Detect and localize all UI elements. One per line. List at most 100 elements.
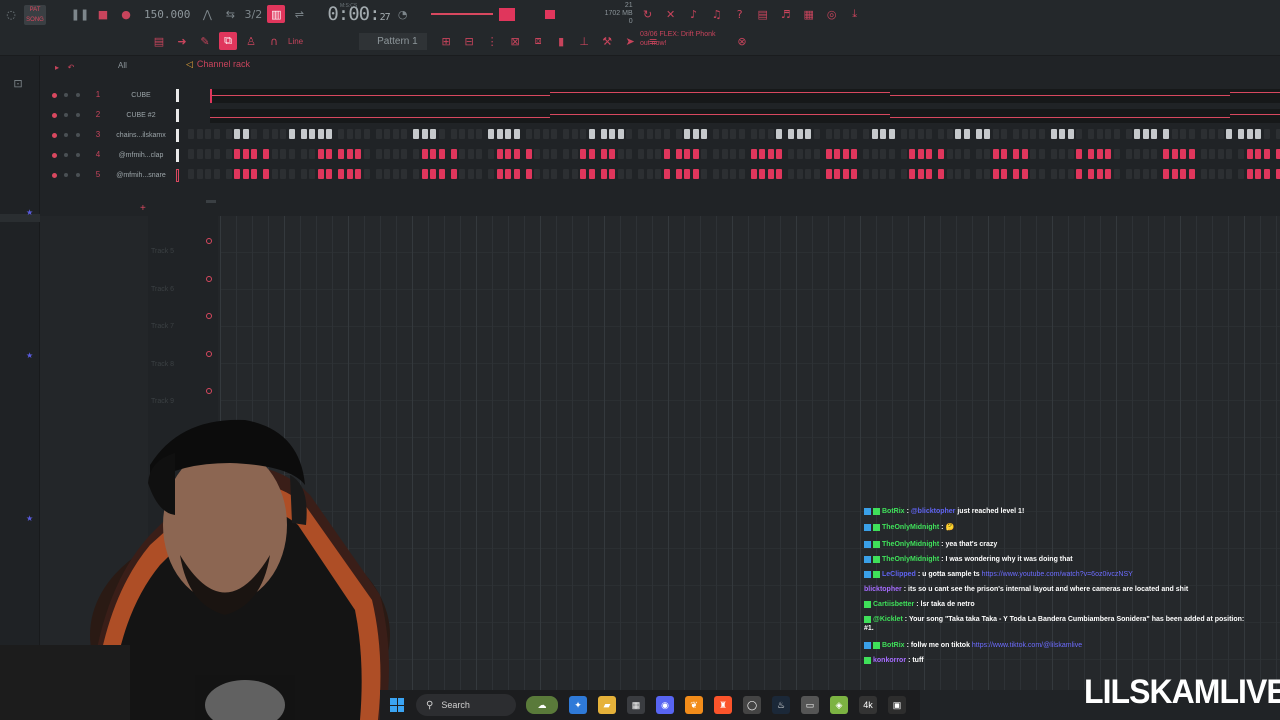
step-button[interactable] — [863, 129, 869, 139]
step-button[interactable] — [1226, 149, 1232, 159]
step-button[interactable] — [280, 169, 286, 179]
step-button[interactable] — [600, 169, 607, 179]
tools-icon[interactable]: ⚒ — [598, 32, 616, 50]
step-button[interactable] — [413, 129, 419, 139]
step-button[interactable] — [825, 129, 832, 139]
stamp-icon[interactable]: ♙ — [242, 32, 260, 50]
step-button[interactable] — [263, 149, 269, 159]
files-app-icon[interactable]: ▰ — [598, 696, 616, 714]
step-button[interactable] — [338, 129, 344, 139]
step-button[interactable] — [551, 149, 557, 159]
channel-rack-icon[interactable]: ⋮ — [483, 32, 501, 50]
step-button[interactable] — [1275, 129, 1280, 139]
step-button[interactable] — [975, 149, 982, 159]
step-button[interactable] — [571, 129, 578, 139]
step-button[interactable] — [730, 169, 736, 179]
record-icon[interactable]: ● — [117, 5, 135, 23]
step-button[interactable] — [1180, 149, 1186, 159]
step-button[interactable] — [834, 169, 840, 179]
widget-app-icon[interactable]: ☁ — [526, 696, 558, 714]
store-app-icon[interactable]: ▦ — [627, 696, 645, 714]
step-button[interactable] — [842, 129, 849, 139]
step-button[interactable] — [909, 129, 915, 139]
step-button[interactable] — [721, 169, 728, 179]
step-edit-icon[interactable]: ▥ — [267, 5, 286, 23]
step-button[interactable] — [1030, 169, 1036, 179]
step-button[interactable] — [675, 129, 682, 139]
step-button[interactable] — [738, 169, 745, 179]
step-button[interactable] — [1096, 149, 1103, 159]
step-button[interactable] — [871, 169, 878, 179]
step-button[interactable] — [346, 169, 353, 179]
playlist-view-icon[interactable]: ▤ — [150, 32, 168, 50]
channel-name-button[interactable]: chains...ilskamx — [110, 130, 172, 142]
mixer-view-icon[interactable]: ⊟ — [460, 32, 478, 50]
step-button[interactable] — [384, 149, 390, 159]
step-button[interactable] — [963, 129, 970, 139]
step-button[interactable] — [938, 149, 944, 159]
step-button[interactable] — [721, 129, 728, 139]
step-button[interactable] — [1067, 129, 1074, 139]
track-mute-dot[interactable] — [206, 275, 212, 282]
loop-record-icon[interactable]: ⇌ — [290, 5, 308, 23]
step-button[interactable] — [813, 169, 820, 179]
step-button[interactable] — [796, 129, 803, 139]
chrome-app-icon[interactable]: ◯ — [743, 696, 761, 714]
step-button[interactable] — [600, 129, 607, 139]
channel-volume-knob[interactable] — [76, 93, 80, 97]
clipboard-icon[interactable]: ▮ — [552, 32, 570, 50]
step-button[interactable] — [992, 129, 999, 139]
step-button[interactable] — [684, 169, 690, 179]
step-button[interactable] — [1088, 149, 1094, 159]
step-button[interactable] — [813, 129, 820, 139]
undo-history-icon[interactable]: ↻ — [639, 5, 657, 23]
step-button[interactable] — [505, 169, 511, 179]
track-mute-dot[interactable] — [206, 238, 212, 244]
step-button[interactable] — [1263, 129, 1270, 139]
step-button[interactable] — [863, 169, 869, 179]
step-button[interactable] — [488, 169, 494, 179]
plugin-icon[interactable]: ▤ — [754, 5, 772, 23]
send-icon[interactable]: ➤ — [621, 32, 639, 50]
step-button[interactable] — [871, 149, 878, 159]
rack-options-icon[interactable]: ↶ — [62, 58, 80, 76]
step-button[interactable] — [788, 149, 794, 159]
step-button[interactable] — [871, 129, 878, 139]
channel-name-button[interactable]: CUBE #2 — [110, 110, 172, 122]
step-button[interactable] — [1125, 129, 1132, 139]
step-button[interactable] — [542, 149, 549, 159]
step-button[interactable] — [513, 129, 520, 139]
step-button[interactable] — [563, 149, 569, 159]
step-button[interactable] — [750, 129, 757, 139]
pause-icon[interactable]: ❚❚ — [71, 5, 89, 23]
step-button[interactable] — [917, 129, 924, 139]
step-button[interactable] — [617, 129, 624, 139]
step-button[interactable] — [767, 149, 774, 159]
step-button[interactable] — [1163, 129, 1169, 139]
step-button[interactable] — [450, 169, 457, 179]
step-button[interactable] — [450, 129, 457, 139]
step-button[interactable] — [701, 129, 707, 139]
step-button[interactable] — [834, 129, 840, 139]
step-button[interactable] — [1217, 129, 1224, 139]
step-button[interactable] — [738, 129, 745, 139]
step-button[interactable] — [188, 169, 194, 179]
step-button[interactable] — [1096, 169, 1103, 179]
channel-mute-led[interactable] — [52, 133, 57, 138]
step-button[interactable] — [459, 149, 465, 159]
step-button[interactable] — [663, 129, 670, 139]
channel-row[interactable]: 4 @mfmih...clap — [40, 148, 1280, 164]
step-button[interactable] — [263, 169, 269, 179]
track-label[interactable]: Track 8 — [151, 361, 174, 368]
step-button[interactable] — [759, 129, 765, 139]
channel-volume-knob[interactable] — [76, 113, 80, 117]
chat-username[interactable]: TheOnlyMidnight — [882, 556, 939, 563]
step-button[interactable] — [684, 149, 690, 159]
chat-link[interactable]: https://www.tiktok.com/@lilskamlive — [970, 642, 1082, 649]
stop-icon[interactable]: ■ — [94, 5, 112, 23]
step-button[interactable] — [309, 129, 315, 139]
step-button[interactable] — [1188, 129, 1195, 139]
step-button[interactable] — [1180, 129, 1186, 139]
step-button[interactable] — [450, 149, 457, 159]
step-button[interactable] — [188, 129, 194, 139]
